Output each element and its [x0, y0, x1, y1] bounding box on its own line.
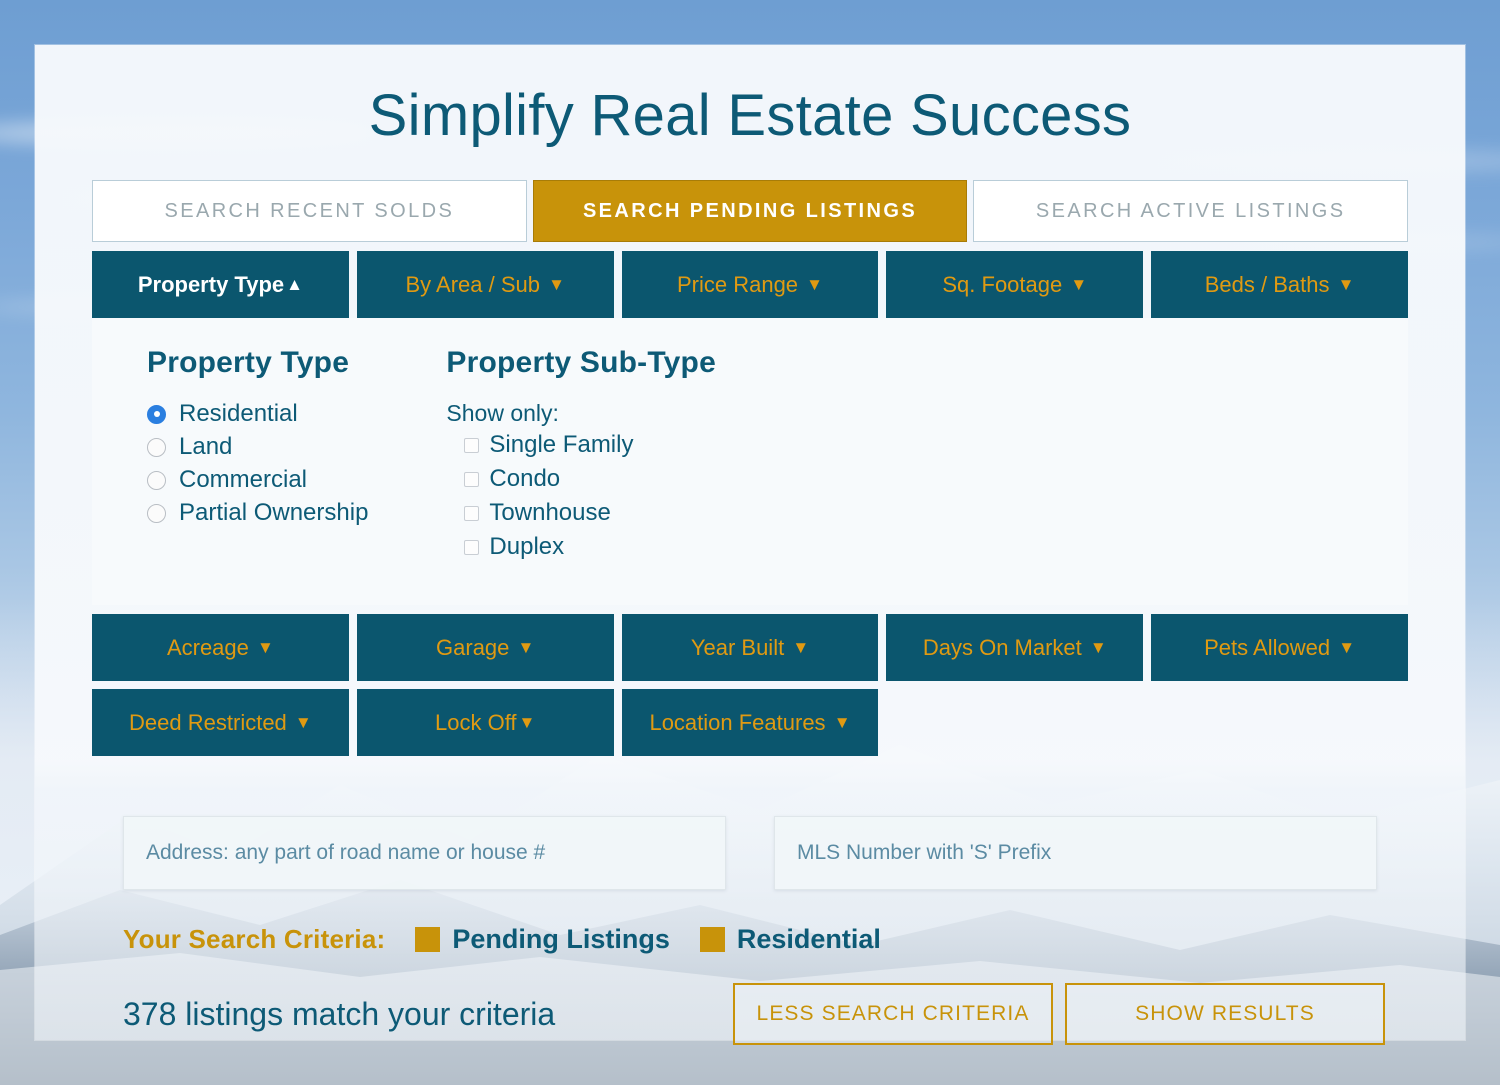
checkbox-option-townhouse[interactable]: Townhouse — [446, 499, 716, 527]
search-criteria-label: Your Search Criteria: — [123, 924, 386, 954]
criteria-chip-label: Residential — [736, 924, 881, 954]
button-label: LESS SEARCH CRITERIA — [756, 1002, 1030, 1025]
show-only-label: Show only: — [446, 400, 559, 426]
tab-label: SEARCH PENDING LISTINGS — [582, 199, 918, 222]
filter-label: Beds / Baths — [1204, 271, 1330, 297]
criteria-chip-residential: Residential — [699, 924, 881, 955]
filter-label: Acreage — [166, 634, 249, 660]
filter-button-garage[interactable]: Garage ▼ — [356, 614, 614, 681]
checkbox-duplex[interactable] — [464, 539, 480, 555]
caret-down-icon: ▼ — [1089, 638, 1107, 657]
checkbox-label: Condo — [489, 465, 561, 492]
caret-down-icon: ▼ — [1070, 275, 1088, 294]
radio-commercial[interactable] — [147, 470, 166, 490]
results-action-row: 378 listings match your criteria LESS SE… — [123, 983, 1385, 1045]
criteria-chip-pending-listings: Pending Listings — [415, 924, 670, 955]
filter-button-sq-footage[interactable]: Sq. Footage ▼ — [886, 251, 1144, 318]
checkbox-option-duplex[interactable]: Duplex — [446, 533, 716, 561]
caret-down-icon: ▼ — [806, 275, 823, 294]
property-type-column: Property Type Residential Land Commercia… — [92, 346, 368, 567]
filter-label: Location Features — [649, 709, 826, 735]
checkbox-option-condo[interactable]: Condo — [446, 465, 716, 493]
tab-search-recent-solds[interactable]: SEARCH RECENT SOLDS — [92, 180, 527, 242]
property-type-heading: Property Type — [147, 346, 350, 379]
filter-button-row-secondary: Acreage ▼ Garage ▼ Year Built ▼ Days On … — [92, 614, 1408, 681]
filter-button-deed-restricted[interactable]: Deed Restricted ▼ — [92, 689, 349, 756]
criteria-swatch-icon — [699, 927, 725, 952]
property-subtype-heading: Property Sub-Type — [446, 346, 716, 379]
checkbox-condo[interactable] — [464, 471, 480, 487]
filter-button-year-built[interactable]: Year Built ▼ — [621, 614, 879, 681]
caret-down-icon: ▼ — [1338, 638, 1356, 657]
radio-label: Commercial — [179, 466, 308, 493]
caret-down-icon: ▼ — [517, 638, 535, 657]
filter-button-by-area-sub[interactable]: By Area / Sub ▼ — [356, 251, 614, 318]
radio-label: Partial Ownership — [179, 499, 369, 526]
filter-button-days-on-market[interactable]: Days On Market ▼ — [886, 614, 1144, 681]
filter-label: Deed Restricted — [129, 709, 287, 735]
less-search-criteria-button[interactable]: LESS SEARCH CRITERIA — [733, 983, 1053, 1045]
search-mode-tabs: SEARCH RECENT SOLDS SEARCH PENDING LISTI… — [92, 180, 1409, 242]
radio-option-land[interactable]: Land — [147, 433, 368, 461]
caret-down-icon: ▼ — [257, 638, 274, 657]
filter-label: Garage — [436, 634, 510, 660]
filter-button-row-tertiary: Deed Restricted ▼ Lock Off ▼ Location Fea… — [92, 689, 1408, 756]
tab-search-pending-listings[interactable]: SEARCH PENDING LISTINGS — [532, 180, 968, 242]
filter-label: Lock Off — [435, 709, 517, 735]
radio-partial-ownership[interactable] — [147, 503, 166, 523]
search-panel-card: Simplify Real Estate Success SEARCH RECE… — [35, 45, 1465, 1045]
radio-option-residential[interactable]: Residential — [147, 400, 368, 428]
checkbox-option-single-family[interactable]: Single Family — [446, 431, 716, 459]
criteria-chip-label: Pending Listings — [452, 924, 670, 954]
checkbox-label: Townhouse — [489, 499, 611, 526]
results-count-text: 378 listings match your criteria — [123, 995, 556, 1032]
filter-button-pets-allowed[interactable]: Pets Allowed ▼ — [1151, 614, 1408, 681]
tab-label: SEARCH RECENT SOLDS — [164, 199, 455, 222]
mls-number-input[interactable] — [774, 816, 1377, 890]
filter-button-lock-off[interactable]: Lock Off ▼ — [356, 689, 614, 756]
tab-label: SEARCH ACTIVE LISTINGS — [1035, 199, 1346, 222]
caret-up-icon: ▲ — [286, 275, 303, 294]
filter-button-location-features[interactable]: Location Features ▼ — [621, 689, 879, 756]
radio-label: Land — [179, 433, 233, 460]
property-subtype-column: Property Sub-Type Show only: Single Fami… — [368, 346, 716, 567]
filter-label: Year Built — [690, 634, 785, 660]
checkbox-townhouse[interactable] — [464, 505, 480, 521]
filter-label: Pets Allowed — [1204, 634, 1331, 660]
checkbox-label: Single Family — [489, 431, 634, 458]
caret-down-icon: ▼ — [833, 713, 851, 732]
tab-search-active-listings[interactable]: SEARCH ACTIVE LISTINGS — [973, 180, 1409, 242]
caret-down-icon: ▼ — [294, 713, 312, 732]
checkbox-label: Duplex — [489, 533, 565, 560]
filter-button-property-type[interactable]: Property Type ▲ — [92, 251, 349, 318]
filter-label: Sq. Footage — [942, 271, 1063, 297]
search-criteria-summary: Your Search Criteria: Pending Listings R… — [123, 924, 1465, 955]
address-search-input[interactable] — [123, 816, 726, 890]
radio-residential[interactable] — [147, 404, 166, 424]
filter-button-beds-baths[interactable]: Beds / Baths ▼ — [1151, 251, 1408, 318]
criteria-swatch-icon — [415, 927, 441, 952]
caret-down-icon: ▼ — [792, 638, 810, 657]
filter-label: By Area / Sub — [405, 271, 540, 297]
caret-down-icon: ▼ — [548, 275, 565, 294]
radio-option-partial-ownership[interactable]: Partial Ownership — [147, 499, 368, 527]
text-search-row — [123, 816, 1377, 890]
radio-land[interactable] — [147, 437, 166, 457]
filter-label: Property Type — [137, 271, 285, 297]
caret-down-icon: ▼ — [1337, 275, 1355, 294]
show-results-button[interactable]: SHOW RESULTS — [1065, 983, 1385, 1045]
button-label: SHOW RESULTS — [1135, 1002, 1315, 1025]
filter-button-acreage[interactable]: Acreage ▼ — [92, 614, 349, 681]
radio-label: Residential — [179, 400, 298, 427]
page-title: Simplify Real Estate Success — [368, 83, 1132, 148]
caret-down-icon: ▼ — [518, 713, 536, 732]
checkbox-single-family[interactable] — [464, 437, 480, 453]
filter-label: Days On Market — [922, 634, 1082, 660]
filter-label: Price Range — [676, 271, 799, 297]
radio-option-commercial[interactable]: Commercial — [147, 466, 368, 494]
filter-button-price-range[interactable]: Price Range ▼ — [621, 251, 879, 318]
filter-button-row-primary: Property Type ▲ By Area / Sub ▼ Price Ran… — [92, 251, 1408, 318]
property-type-expanded-panel: Property Type Residential Land Commercia… — [92, 318, 1408, 605]
